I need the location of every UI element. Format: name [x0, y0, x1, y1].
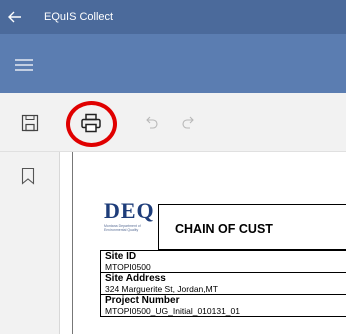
field-value: 324 Marguerite St, Jordan,MT [105, 284, 218, 294]
document-page: DEQ Montana Department of Environmental … [100, 200, 346, 334]
back-arrow-icon [8, 11, 21, 23]
field-label: Project Number [105, 295, 180, 306]
hamburger-menu-icon [15, 59, 33, 71]
app-title: EQuIS Collect [44, 11, 114, 23]
save-button[interactable] [10, 93, 50, 152]
bookmarks-button[interactable] [21, 167, 39, 189]
redo-icon [182, 116, 194, 129]
table-row: Site ID MTOPI0500 [101, 250, 346, 273]
field-value: MTOPI0500_UG_Initial_010131_01 [105, 306, 240, 316]
navigation-band [0, 34, 346, 93]
print-button[interactable] [66, 93, 116, 152]
undo-icon [146, 116, 158, 129]
toolbar [0, 93, 346, 152]
logo-subtext: Montana Department of Environmental Qual… [104, 224, 141, 232]
field-label: Site Address [105, 273, 166, 284]
table-row: Project Number MTOPI0500_UG_Initial_0101… [101, 295, 346, 317]
bookmark-icon [21, 167, 35, 185]
table-row: Site Address 324 Marguerite St, Jordan,M… [101, 273, 346, 295]
save-icon [21, 114, 39, 131]
field-label: Site ID [105, 251, 137, 262]
redo-button[interactable] [168, 93, 208, 152]
side-rail [0, 152, 60, 334]
menu-button[interactable] [14, 53, 44, 77]
deq-logo: DEQ Montana Department of Environmental … [104, 200, 154, 235]
form-heading: CHAIN OF CUST [175, 222, 273, 236]
form-heading-box: CHAIN OF CUST [158, 204, 346, 250]
page-edge [72, 152, 73, 334]
field-value: MTOPI0500 [105, 262, 151, 272]
back-button[interactable] [0, 0, 30, 34]
undo-button[interactable] [132, 93, 172, 152]
logo-text: DEQ [104, 198, 155, 223]
site-info-table: Site ID MTOPI0500 Site Address 324 Margu… [100, 250, 346, 317]
print-icon [81, 113, 101, 132]
title-bar: EQuIS Collect [0, 0, 346, 34]
